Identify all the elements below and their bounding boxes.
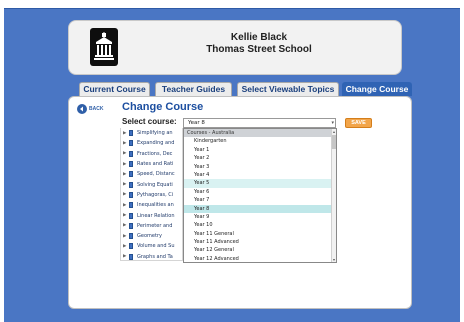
chevron-down-icon[interactable]: ▾ (331, 119, 334, 127)
dropdown-option[interactable]: Kindergarten (184, 137, 336, 145)
topic-row[interactable]: ▶ Perimeter and (121, 221, 182, 231)
scroll-up-icon[interactable]: ▴ (332, 129, 336, 134)
save-button[interactable]: SAVE (345, 118, 372, 128)
topic-name: Rates and Rati (137, 161, 174, 168)
book-icon (129, 202, 133, 209)
back-arrow-icon (77, 103, 87, 114)
back-label: BACK (89, 105, 104, 112)
school-name: Thomas Street School (206, 44, 312, 55)
topic-tree: ▶ Simplifying an ▶ Expanding and ▶ Fractions,… (120, 128, 183, 261)
topic-row[interactable]: ▶ Volume and Su (121, 241, 182, 251)
course-select[interactable]: Year 8 ▾ (183, 118, 336, 128)
course-dropdown-list[interactable]: Courses - Australia Kindergarten Year 1 Yea… (183, 128, 337, 263)
book-icon (129, 191, 133, 198)
topic-name: Simplifying an (137, 130, 173, 137)
topic-row[interactable]: ▶ Geometry (121, 231, 182, 241)
book-icon (129, 253, 133, 260)
page-title: Change Course (122, 101, 204, 113)
dropdown-option[interactable]: Year 4 (184, 171, 336, 179)
dropdown-option[interactable]: Year 2 (184, 154, 336, 162)
topic-row[interactable]: ▶ Simplifying an (121, 128, 182, 138)
topic-name: Perimeter and (137, 222, 173, 229)
dropdown-option[interactable]: Year 8 (184, 204, 336, 213)
book-icon (129, 161, 133, 168)
dropdown-option[interactable]: Year 6 (184, 188, 336, 196)
dropdown-option[interactable]: Year 1 (184, 146, 336, 154)
dropdown-group-header: Courses - Australia (184, 129, 336, 138)
dropdown-option[interactable]: Year 11 General (184, 230, 336, 238)
dropdown-option[interactable]: Year 11 Advanced (184, 238, 336, 246)
topic-row[interactable]: ▶ Fractions, Dec (121, 149, 182, 159)
topic-name: Expanding and (137, 140, 175, 147)
teacher-name: Kellie Black (230, 32, 288, 43)
topic-row[interactable]: ▶ Inequalities an (121, 200, 182, 210)
dropdown-option[interactable]: Year 12 General (184, 246, 336, 254)
topic-name: Fractions, Dec (137, 150, 173, 157)
course-select-value: Year 8 (188, 120, 205, 126)
topic-row[interactable]: ▶ Speed, Distanc (121, 169, 182, 179)
topic-row[interactable]: ▶ Linear Relation (121, 210, 182, 220)
school-building-icon (90, 28, 118, 66)
tab-teacher-guides[interactable]: Teacher Guides (155, 82, 232, 96)
dropdown-option[interactable]: Year 7 (184, 196, 336, 204)
dropdown-option[interactable]: Year 3 (184, 163, 336, 171)
book-icon (129, 171, 133, 178)
dropdown-option[interactable]: Year 10 (184, 221, 336, 229)
dropdown-option[interactable]: Year 12 Advanced (184, 255, 336, 262)
book-icon (129, 140, 133, 147)
book-icon (129, 130, 133, 137)
topic-name: Pythagoras, Ci (137, 191, 174, 198)
topic-row[interactable]: ▶ Graphs and Ta (121, 252, 182, 260)
topic-name: Linear Relation (137, 212, 175, 219)
topic-name: Inequalities an (137, 202, 174, 209)
topic-row[interactable]: ▶ Rates and Rati (121, 159, 182, 169)
topic-name: Graphs and Ta (137, 253, 173, 260)
topic-name: Speed, Distanc (137, 171, 175, 178)
tab-current-course[interactable]: Current Course (79, 82, 150, 96)
topic-name: Geometry (137, 233, 162, 240)
book-icon (129, 233, 133, 240)
tab-select-viewable-topics[interactable]: Select Viewable Topics (237, 82, 339, 96)
dropdown-scrollbar[interactable]: ▴ ▾ (331, 129, 336, 262)
scroll-down-icon[interactable]: ▾ (332, 257, 336, 262)
book-icon (129, 212, 133, 219)
book-icon (129, 222, 133, 229)
topic-name: Solving Equati (137, 181, 173, 188)
topic-name: Volume and Su (137, 243, 175, 250)
topic-row[interactable]: ▶ Pythagoras, Ci (121, 190, 182, 200)
dropdown-option[interactable]: Year 5 (184, 179, 336, 188)
dropdown-option[interactable]: Year 9 (184, 213, 336, 221)
topic-row[interactable]: ▶ Solving Equati (121, 179, 182, 189)
topic-row[interactable]: ▶ Expanding and (121, 138, 182, 148)
scrollbar-thumb[interactable] (332, 135, 336, 149)
school-header: Kellie Black Thomas Street School (68, 20, 402, 75)
tab-change-course[interactable]: Change Course (342, 82, 412, 96)
course-select-label: Select course: (122, 117, 177, 126)
book-icon (129, 150, 133, 157)
book-icon (129, 181, 133, 188)
book-icon (129, 243, 133, 250)
back-button[interactable]: BACK (77, 103, 109, 114)
